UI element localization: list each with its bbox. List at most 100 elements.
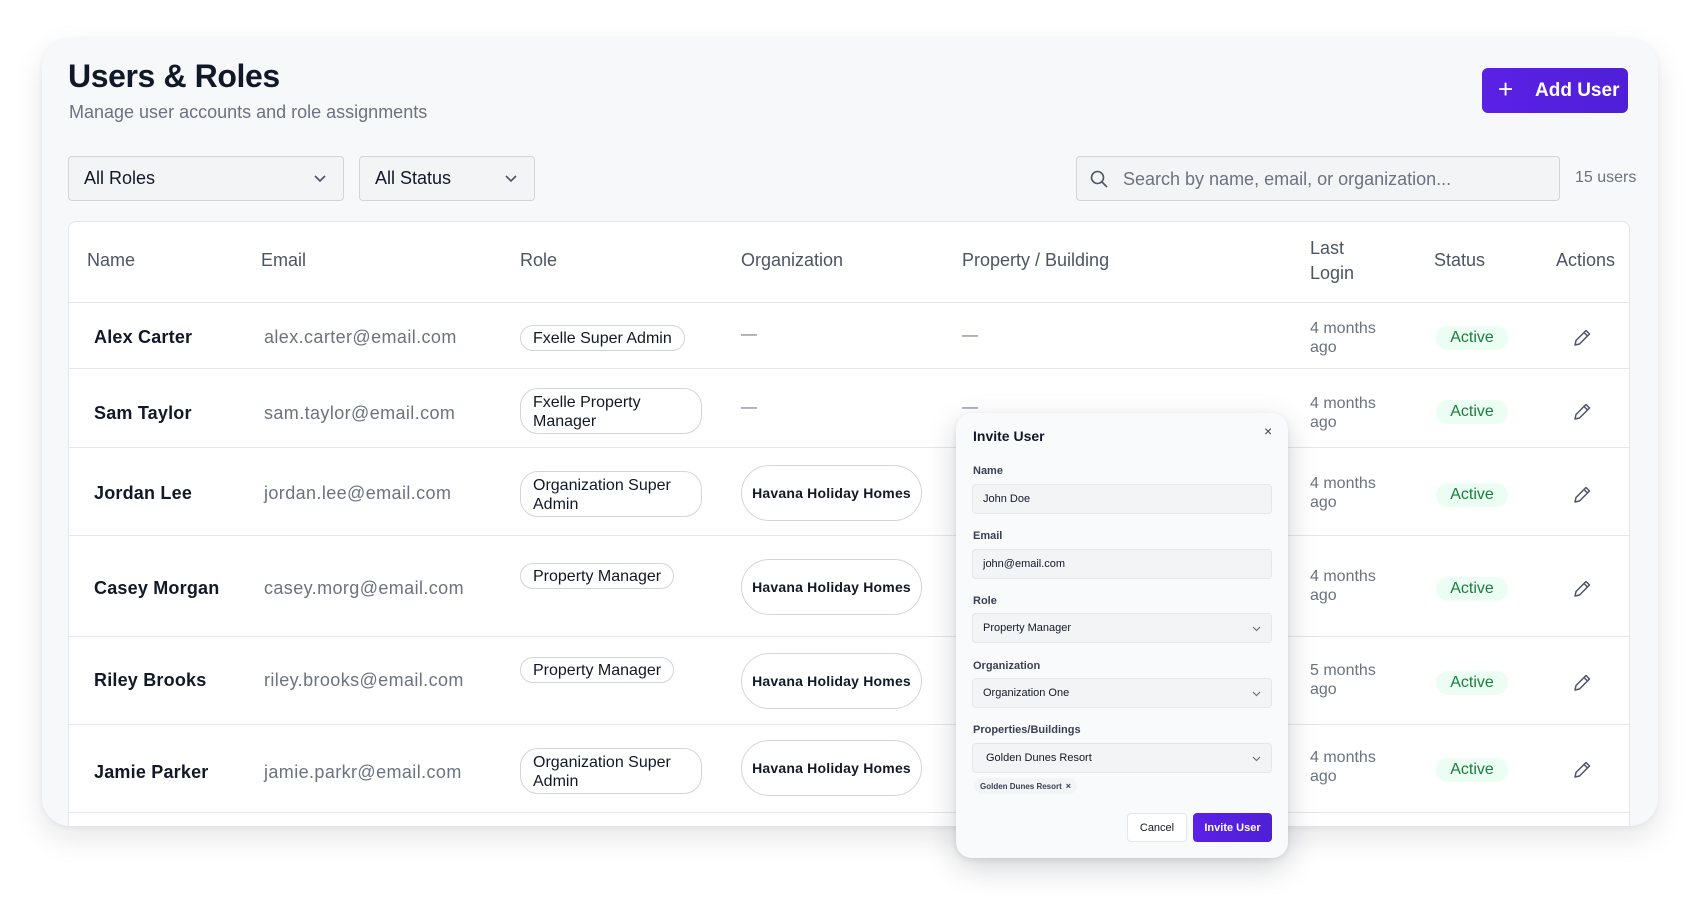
last-login: 4 months ago [1310, 320, 1376, 356]
column-header-organization[interactable]: Organization [741, 248, 843, 273]
invite-user-button[interactable]: Invite User [1193, 813, 1272, 842]
add-user-label: Add User [1535, 80, 1620, 101]
user-email: riley.brooks@email.com [264, 670, 464, 690]
users-roles-panel: Users & Roles Manage user accounts and r… [42, 38, 1658, 826]
user-name: Casey Morgan [94, 578, 220, 598]
edit-pencil-icon[interactable] [1571, 484, 1593, 506]
name-field[interactable]: John Doe [972, 484, 1272, 514]
close-icon[interactable]: × [1264, 423, 1272, 439]
add-user-button[interactable]: + Add User [1482, 68, 1628, 113]
edit-pencil-icon[interactable] [1571, 401, 1593, 423]
properties-label: Properties/Buildings [973, 724, 1081, 736]
chevron-down-icon [1252, 626, 1261, 632]
properties-select-value: Golden Dunes Resort [986, 752, 1092, 764]
user-name: Sam Taylor [94, 403, 192, 423]
chip-label: Golden Dunes Resort [980, 781, 1062, 791]
organization-label: Organization [973, 660, 1041, 672]
status-badge: Active [1436, 483, 1508, 507]
page-title: Users & Roles [68, 58, 280, 94]
user-email: alex.carter@email.com [264, 327, 457, 347]
name-label: Name [973, 465, 1003, 477]
role-select[interactable]: Property Manager [972, 613, 1272, 643]
status-badge: Active [1436, 577, 1508, 601]
email-field-value: john@email.com [983, 558, 1066, 570]
role-pill: Property Manager [520, 563, 675, 589]
user-name: Alex Carter [94, 327, 193, 347]
last-login: 4 months ago [1310, 395, 1376, 431]
last-login: 4 months ago [1310, 475, 1376, 511]
name-field-value: John Doe [983, 493, 1031, 505]
status-badge: Active [1436, 671, 1508, 695]
roles-filter-select[interactable]: All Roles [68, 156, 344, 201]
organization-pill: Havana Holiday Homes [741, 465, 922, 521]
status-badge: Active [1436, 326, 1508, 350]
roles-filter-value: All Roles [84, 168, 156, 188]
user-name: Riley Brooks [94, 670, 207, 690]
organization-pill: Havana Holiday Homes [741, 653, 922, 709]
remove-chip-icon[interactable]: × [1066, 781, 1071, 791]
organization-select-value: Organization One [983, 687, 1070, 699]
user-email: casey.morg@email.com [264, 578, 464, 598]
search-icon [1090, 170, 1108, 188]
users-count: 15 users [1575, 169, 1637, 186]
column-header-property[interactable]: Property / Building [962, 248, 1109, 273]
column-header-name[interactable]: Name [87, 248, 135, 273]
status-filter-value: All Status [375, 168, 452, 188]
chevron-down-icon [505, 175, 517, 183]
organization-value: — [741, 326, 757, 343]
email-field[interactable]: john@email.com [972, 549, 1272, 579]
column-header-actions: Actions [1556, 250, 1616, 270]
role-pill: Organization Super Admin [520, 471, 702, 517]
role-pill: Fxelle Property Manager [520, 388, 702, 434]
search-placeholder: Search by name, email, or organization..… [1123, 169, 1452, 189]
organization-pill: Havana Holiday Homes [741, 740, 922, 796]
column-header-status[interactable]: Status [1434, 248, 1485, 273]
cancel-button[interactable]: Cancel [1127, 813, 1187, 842]
edit-pencil-icon[interactable] [1571, 578, 1593, 600]
role-pill: Property Manager [520, 657, 675, 683]
role-pill: Organization Super Admin [520, 748, 702, 794]
user-email: jordan.lee@email.com [264, 483, 452, 503]
chevron-down-icon [1252, 756, 1261, 762]
user-email: jamie.parkr@email.com [264, 762, 462, 782]
edit-pencil-icon[interactable] [1571, 759, 1593, 781]
organization-select[interactable]: Organization One [972, 678, 1272, 708]
user-email: sam.taylor@email.com [264, 403, 456, 423]
role-pill: Fxelle Super Admin [520, 325, 685, 351]
status-filter-select[interactable]: All Status [359, 156, 535, 201]
column-header-last-login[interactable]: Last Login [1310, 236, 1390, 286]
row-divider [69, 636, 1629, 637]
last-login: 4 months ago [1310, 568, 1376, 604]
last-login: 5 months ago [1310, 662, 1376, 698]
edit-pencil-icon[interactable] [1571, 327, 1593, 349]
selected-property-chip: Golden Dunes Resort × [974, 778, 1078, 794]
header-divider [69, 302, 1629, 303]
status-badge: Active [1436, 758, 1508, 782]
row-divider [69, 812, 1629, 813]
plus-icon: + [1498, 74, 1514, 104]
invite-user-modal: Invite User × Name John Doe Email john@e… [956, 413, 1288, 858]
email-label: Email [973, 530, 1003, 542]
row-divider [69, 447, 1629, 448]
user-name: Jamie Parker [94, 762, 209, 782]
edit-pencil-icon[interactable] [1571, 672, 1593, 694]
column-header-role[interactable]: Role [520, 248, 557, 273]
role-select-value: Property Manager [983, 622, 1072, 634]
organization-pill: Havana Holiday Homes [741, 559, 922, 615]
role-label: Role [973, 595, 997, 607]
property-value: — [962, 327, 978, 344]
organization-value: — [741, 399, 757, 416]
properties-select[interactable]: Golden Dunes Resort [972, 743, 1272, 773]
modal-title: Invite User [973, 428, 1045, 444]
page-subtitle: Manage user accounts and role assignment… [69, 102, 428, 122]
row-divider [69, 535, 1629, 536]
chevron-down-icon [314, 175, 326, 183]
user-name: Jordan Lee [94, 483, 193, 503]
status-badge: Active [1436, 400, 1508, 424]
row-divider [69, 724, 1629, 725]
users-table: Name Email Role Organization Property / … [68, 221, 1630, 826]
search-input[interactable]: Search by name, email, or organization..… [1076, 156, 1560, 201]
last-login: 4 months ago [1310, 749, 1376, 785]
column-header-email[interactable]: Email [261, 248, 306, 273]
chevron-down-icon [1252, 691, 1261, 697]
